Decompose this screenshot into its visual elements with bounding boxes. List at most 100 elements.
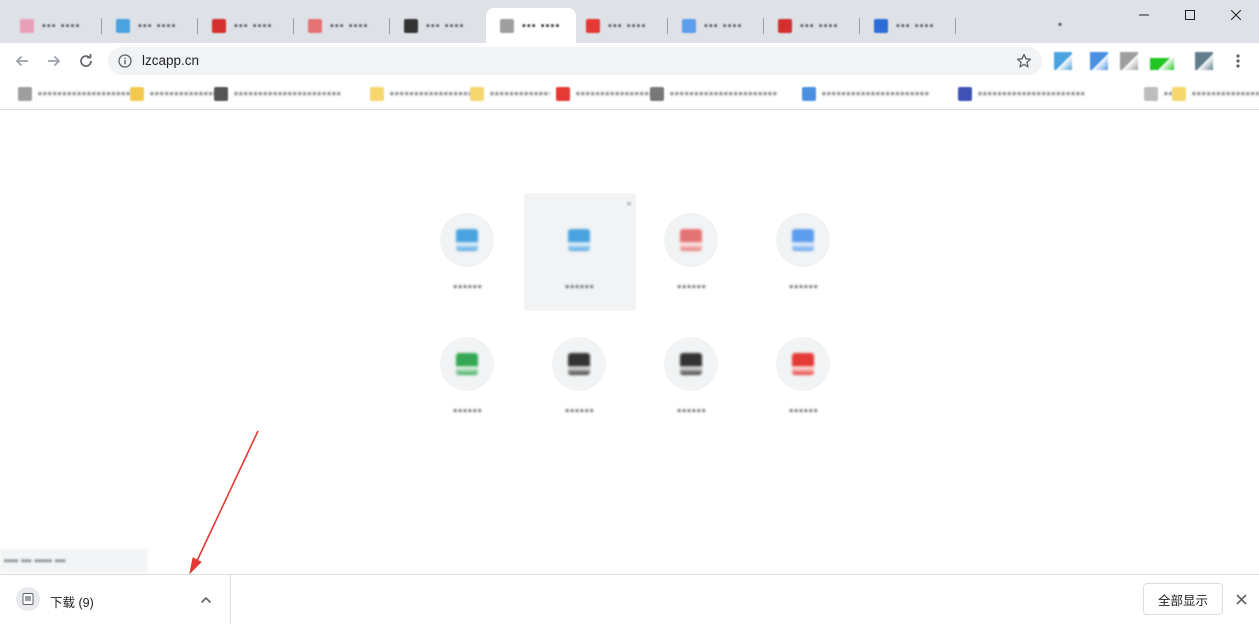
bookmark-label: ▪▪▪▪▪▪▪▪▪▪▪▪▪▪▪▪▪▪▪▪▪▪ — [234, 88, 342, 100]
browser-menu-button[interactable] — [1228, 51, 1248, 71]
tab[interactable]: ▪▪▪ ▪▪▪▪ — [294, 8, 390, 43]
close-window-button[interactable] — [1213, 0, 1259, 30]
shortcut-favicon — [680, 353, 702, 375]
shortcut-tile[interactable]: ▪▪▪▪▪▪ — [412, 193, 524, 311]
bookmark-item[interactable]: ▪▪▪▪▪▪▪▪▪▪▪▪▪▪▪▪▪▪▪▪▪▪ — [130, 85, 220, 103]
tab[interactable]: ▪▪▪ ▪▪▪▪ — [668, 8, 764, 43]
file-icon — [16, 587, 40, 611]
bookmark-item[interactable]: ▪▪▪▪▪▪▪▪▪▪▪▪▪▪▪▪▪▪▪▪▪▪ — [214, 85, 369, 103]
tab[interactable]: ▪▪▪ ▪▪▪▪ — [486, 8, 576, 43]
url-text[interactable]: lzcapp.cn — [142, 53, 199, 68]
reload-button[interactable] — [72, 47, 100, 75]
shortcut-tile[interactable]: ▪▪▪▪▪▪ — [524, 317, 636, 435]
bookmark-label: ▪▪▪▪▪▪▪▪▪▪▪▪▪▪▪▪▪▪▪▪▪▪ — [576, 88, 656, 100]
tab-title: ▪▪▪ ▪▪▪▪ — [800, 19, 839, 32]
close-icon — [1231, 10, 1241, 20]
close-icon — [1235, 593, 1247, 605]
bookmark-label: ▪▪▪▪▪▪▪▪▪▪▪▪▪▪▪▪▪▪▪▪▪▪ — [670, 88, 778, 100]
bookmark-item[interactable]: ▪▪▪▪▪▪▪▪▪▪▪▪▪▪▪▪▪▪▪▪▪▪ — [958, 85, 1118, 103]
generic-site-icon — [586, 18, 600, 33]
maximize-button[interactable] — [1167, 0, 1213, 30]
new-tab-button[interactable]: ▪ — [1050, 14, 1070, 34]
tab[interactable]: ▪▪▪ ▪▪▪▪ — [764, 8, 860, 43]
shortcut-tile[interactable]: ▪▪▪▪▪▪ — [412, 317, 524, 435]
address-bar[interactable]: lzcapp.cn — [108, 47, 1042, 75]
bookmark-favicon — [1144, 87, 1158, 101]
shortcut-favicon — [568, 229, 590, 251]
shortcut-icon-circle — [552, 337, 606, 391]
shortcut-favicon — [456, 353, 478, 375]
download-shelf: 下载 (9) 全部显示 — [0, 574, 1259, 624]
forward-button[interactable] — [40, 47, 68, 75]
download-options-button[interactable] — [196, 590, 216, 610]
bookmark-label: ▪▪▪▪▪▪▪▪▪▪▪▪▪▪▪▪▪▪▪▪▪▪ — [390, 88, 475, 100]
bookmark-item[interactable]: ▪▪▪▪▪▪▪▪▪▪▪▪▪▪▪▪▪▪▪▪▪▪ — [802, 85, 952, 103]
tab[interactable]: ▪▪▪ ▪▪▪▪ — [390, 8, 486, 43]
bookmark-item[interactable]: ▪▪▪▪▪▪▪▪▪▪▪▪▪▪▪▪▪▪▪▪▪▪ — [556, 85, 656, 103]
generic-site-icon — [212, 18, 226, 33]
close-shelf-button[interactable] — [1231, 589, 1251, 609]
remove-shortcut-icon[interactable]: × — [626, 199, 632, 210]
tab-title: ▪▪▪ ▪▪▪▪ — [704, 19, 743, 32]
tab-title: ▪▪▪ ▪▪▪▪ — [426, 19, 465, 32]
tab[interactable]: ▪▪▪ ▪▪▪▪ — [102, 8, 198, 43]
shortcut-tile[interactable]: ▪▪▪▪▪▪ × — [524, 193, 636, 311]
minimize-button[interactable] — [1121, 0, 1167, 30]
bookmark-star-icon[interactable] — [1016, 53, 1032, 69]
bookmark-item[interactable]: ▪▪▪▪▪▪▪▪▪▪▪▪▪▪▪▪▪▪▪▪▪▪ — [1144, 85, 1174, 103]
shortcut-label: ▪▪▪▪▪▪ — [677, 405, 707, 417]
arrow-right-icon — [48, 55, 61, 67]
shortcut-favicon — [568, 353, 590, 375]
shortcut-favicon — [792, 229, 814, 251]
shortcut-icon-circle — [776, 337, 830, 391]
minimize-icon — [1139, 14, 1149, 16]
shortcut-label: ▪▪▪▪▪▪ — [789, 281, 819, 293]
info-icon[interactable] — [118, 54, 132, 68]
extension-icon[interactable] — [1120, 52, 1138, 70]
maximize-icon — [1185, 10, 1195, 20]
download-item[interactable]: 下载 (9) — [0, 575, 231, 624]
tab[interactable]: ▪▪▪ ▪▪▪▪ — [860, 8, 956, 43]
tab-strip: ▪▪▪ ▪▪▪▪ ▪▪▪ ▪▪▪▪ ▪▪▪ ▪▪▪▪ ▪▪▪ ▪▪▪▪ ▪▪▪ ▪▪▪▪… — [0, 0, 1259, 43]
extension-icon[interactable] — [1054, 52, 1072, 70]
shortcut-icon-circle — [776, 213, 830, 267]
shortcut-tile[interactable]: ▪▪▪▪▪▪ — [748, 193, 860, 311]
bookmark-item[interactable]: ▪▪▪▪▪▪▪▪▪▪▪▪▪▪▪▪▪▪▪▪▪▪ — [470, 85, 550, 103]
download-item-name[interactable]: 下载 (9) — [50, 592, 94, 611]
tab-title: ▪▪▪ ▪▪▪▪ — [42, 19, 81, 32]
bookmark-favicon — [130, 87, 144, 101]
shortcut-tiles: ▪▪▪▪▪▪ ▪▪▪▪▪▪ × ▪▪▪▪▪▪ ▪▪▪▪▪▪ ▪▪▪▪▪▪ ▪▪▪▪▪▪ ▪▪▪… — [412, 193, 860, 433]
tab-title: ▪▪▪ ▪▪▪▪ — [330, 19, 369, 32]
shortcut-tile[interactable]: ▪▪▪▪▪▪ — [636, 193, 748, 311]
status-bubble: ▪▪▪▪ ▪▪▪ ▪▪▪▪▪ ▪▪▪ — [0, 549, 148, 573]
extension-icon[interactable] — [1150, 58, 1174, 70]
bookmark-label: ▪▪▪▪▪▪▪▪▪▪▪▪▪▪▪▪▪▪▪▪▪▪ — [978, 88, 1086, 100]
folder-icon — [370, 87, 384, 101]
extension-icon[interactable] — [1090, 52, 1108, 70]
bookmark-label: ▪▪▪▪▪▪▪▪▪▪▪▪▪▪▪▪▪▪▪▪▪▪ — [150, 88, 220, 100]
tab[interactable]: ▪▪▪ ▪▪▪▪ — [6, 8, 102, 43]
bookmark-item[interactable]: ▪▪▪▪▪▪▪▪▪▪▪▪▪▪▪▪▪▪▪▪▪▪ — [1172, 85, 1259, 103]
shortcut-label: ▪▪▪▪▪▪ — [565, 281, 595, 293]
show-all-button[interactable]: 全部显示 — [1143, 583, 1223, 615]
tab-title: ▪▪▪ ▪▪▪▪ — [234, 19, 273, 32]
generic-site-icon — [500, 18, 514, 33]
shortcut-icon-circle — [664, 337, 718, 391]
chevron-up-icon — [200, 596, 212, 604]
bookmarks-bar: ▪▪▪▪▪▪▪▪▪▪▪▪▪▪▪▪▪▪▪▪▪▪ ▪▪▪▪▪▪▪▪▪▪▪▪▪ ▪▪▪▪▪… — [0, 79, 1259, 110]
bookmark-item[interactable]: ▪▪▪▪▪▪▪▪▪▪▪▪▪▪▪▪▪▪▪▪▪▪ — [650, 85, 810, 103]
back-button[interactable] — [8, 47, 36, 75]
shortcut-tile[interactable]: ▪▪▪▪▪▪ — [636, 317, 748, 435]
generic-site-icon — [778, 18, 792, 33]
shortcut-icon-circle — [664, 213, 718, 267]
tab[interactable]: ▪▪▪ ▪▪▪▪ — [198, 8, 294, 43]
tab[interactable]: ▪▪▪ ▪▪▪▪ — [572, 8, 668, 43]
bookmark-favicon — [802, 87, 816, 101]
bookmark-item[interactable]: ▪▪▪▪▪▪▪▪▪▪▪▪▪▪▪▪▪▪▪▪▪▪ — [18, 85, 138, 103]
shortcut-label: ▪▪▪▪▪▪ — [789, 405, 819, 417]
shortcut-tile[interactable]: ▪▪▪▪▪▪ — [748, 317, 860, 435]
extension-icon[interactable] — [1195, 52, 1213, 70]
shortcut-favicon — [792, 353, 814, 375]
bookmark-favicon — [958, 87, 972, 101]
bookmark-item[interactable]: ▪▪▪▪▪▪▪▪▪▪▪▪▪▪▪▪▪▪▪▪▪▪ — [370, 85, 475, 103]
